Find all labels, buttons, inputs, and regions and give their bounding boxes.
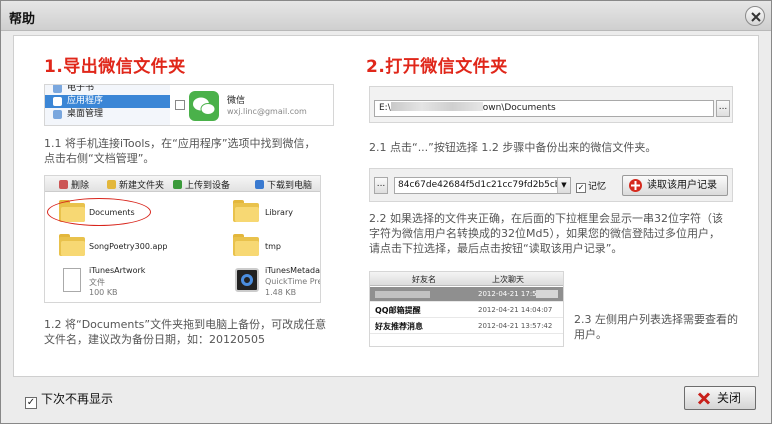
file-itunesmetadata-type: QuickTime Pre bbox=[265, 277, 321, 286]
document-icon bbox=[63, 268, 81, 292]
apps-icon bbox=[53, 97, 62, 106]
app-checkbox bbox=[175, 100, 185, 110]
col-friend-name: 好友名 bbox=[412, 275, 436, 284]
app-menu: 电子书 应用程序 桌面管理 bbox=[45, 85, 170, 125]
file-itunesartwork-size: 100 KB bbox=[89, 288, 118, 297]
user-select-screenshot: ... 84c67de42684f5d1c21cc79fd2b5cbc ▼ ✓ 记忆… bbox=[369, 168, 733, 202]
toolbar-download: 下载到电脑 bbox=[255, 178, 312, 191]
file-itunesartwork-type: 文件 bbox=[89, 278, 105, 287]
user-list: 好友名 上次聊天 2012-04-21 17:57:20 QQ邮箱提醒 2012… bbox=[370, 272, 563, 346]
close-button-label: 关闭 bbox=[717, 391, 742, 405]
close-button[interactable]: 关闭 bbox=[684, 386, 756, 410]
dont-show-again-checkbox[interactable]: ✓ 下次不再显示 bbox=[25, 390, 113, 409]
user-row: 好友推荐消息 2012-04-21 13:57:42 bbox=[370, 319, 563, 334]
file-browser-screenshot: 删除 新建文件夹 上传到设备 下载到电脑 Documents Library S… bbox=[44, 175, 321, 303]
dialog-title: 帮助 bbox=[9, 12, 36, 27]
file-itunesartwork: iTunesArtwork bbox=[89, 266, 146, 275]
help-dialog: 帮助 1.导出微信文件夹 电子书 应用程序 桌面管理 微信 wxj.linc@g… bbox=[0, 0, 772, 424]
read-user-record-button: 读取该用户记录 bbox=[622, 175, 728, 196]
toolbar-upload: 上传到设备 bbox=[173, 178, 230, 191]
user-list-header: 好友名 上次聊天 bbox=[370, 272, 563, 286]
section1-heading: 1.导出微信文件夹 bbox=[44, 57, 186, 77]
file-toolbar: 删除 新建文件夹 上传到设备 下载到电脑 bbox=[45, 176, 320, 192]
path-screenshot: E:\ own\Documents ... bbox=[369, 86, 733, 123]
blurred-cell bbox=[536, 290, 558, 298]
new-folder-icon bbox=[107, 180, 116, 189]
user-md5-combo: 84c67de42684f5d1c21cc79fd2b5cbc ▼ bbox=[394, 177, 571, 194]
delete-icon bbox=[59, 180, 68, 189]
step-1-1: 1.1 将手机连接iTools，在“应用程序”选项中找到微信，点击右侧“文档管理… bbox=[44, 137, 316, 165]
upload-icon bbox=[173, 180, 182, 189]
user-row-selected: 2012-04-21 17:57:20 bbox=[370, 287, 563, 302]
path-bar: E:\ own\Documents ... bbox=[370, 87, 732, 122]
read-record-icon bbox=[629, 179, 642, 192]
highlight-ellipse bbox=[47, 198, 151, 226]
wechat-icon bbox=[189, 91, 219, 121]
folder-icon bbox=[233, 200, 259, 222]
section2-heading: 2.打开微信文件夹 bbox=[366, 57, 508, 77]
folder-icon bbox=[59, 234, 85, 256]
download-icon bbox=[255, 180, 264, 189]
step-2-3: 2.3 左侧用户列表选择需要查看的用户。 bbox=[574, 313, 738, 341]
ebook-icon bbox=[53, 85, 62, 93]
file-tmp: tmp bbox=[265, 242, 282, 251]
user-row: QQ邮箱提醒 2012-04-21 14:04:07 bbox=[370, 303, 563, 318]
col-last-chat: 上次聊天 bbox=[492, 275, 524, 284]
folder-icon bbox=[233, 234, 259, 256]
check-icon: ✓ bbox=[576, 183, 586, 193]
file-library: Library bbox=[265, 208, 293, 217]
blurred-username bbox=[375, 291, 430, 298]
check-icon: ✓ bbox=[25, 397, 37, 409]
app-list-screenshot: 电子书 应用程序 桌面管理 微信 wxj.linc@gmail.com bbox=[44, 84, 334, 126]
step-1-2: 1.2 将“Documents”文件夹拖到电脑上备份，可改成任意文件名，建议改为… bbox=[44, 318, 327, 346]
menu-item-ebook: 电子书 bbox=[45, 85, 170, 95]
desktop-icon bbox=[53, 110, 62, 119]
menu-item-apps: 应用程序 bbox=[45, 95, 170, 108]
file-songpoetry: SongPoetry300.app bbox=[89, 242, 168, 251]
close-icon bbox=[697, 392, 711, 405]
close-icon bbox=[751, 12, 761, 22]
help-content: 1.导出微信文件夹 电子书 应用程序 桌面管理 微信 wxj.linc@gmai… bbox=[13, 35, 759, 377]
titlebar-close-button[interactable] bbox=[745, 6, 765, 26]
file-itunesmetadata: iTunesMetadat bbox=[265, 266, 321, 275]
menu-item-desktop: 桌面管理 bbox=[45, 108, 170, 121]
dont-show-again-label: 下次不再显示 bbox=[41, 392, 114, 406]
chevron-down-icon: ▼ bbox=[557, 178, 570, 193]
app-name: 微信 bbox=[227, 96, 246, 106]
file-itunesmetadata-size: 1.48 KB bbox=[265, 288, 297, 297]
browse-dots-button: ... bbox=[716, 100, 730, 117]
user-select-bar: ... 84c67de42684f5d1c21cc79fd2b5cbc ▼ ✓ 记忆… bbox=[370, 169, 732, 201]
toolbar-delete: 删除 bbox=[59, 178, 89, 191]
title-bar: 帮助 bbox=[1, 1, 771, 31]
remember-checkbox: ✓ 记忆 bbox=[576, 182, 607, 193]
app-email: wxj.linc@gmail.com bbox=[227, 107, 307, 116]
browse-dots-button-2: ... bbox=[374, 177, 388, 194]
folder-path-field: E:\ own\Documents bbox=[374, 100, 714, 117]
user-list-screenshot: 好友名 上次聊天 2012-04-21 17:57:20 QQ邮箱提醒 2012… bbox=[369, 271, 564, 347]
blurred-path bbox=[390, 102, 483, 111]
step-2-2: 2.2 如果选择的文件夹正确，在后面的下拉框里会显示一串32位字符（该字符为微信… bbox=[369, 212, 723, 255]
quicktime-icon bbox=[235, 268, 259, 292]
step-2-1: 2.1 点击“...”按钮选择 1.2 步骤中备份出来的微信文件夹。 bbox=[369, 141, 657, 154]
toolbar-new-folder: 新建文件夹 bbox=[107, 178, 164, 191]
